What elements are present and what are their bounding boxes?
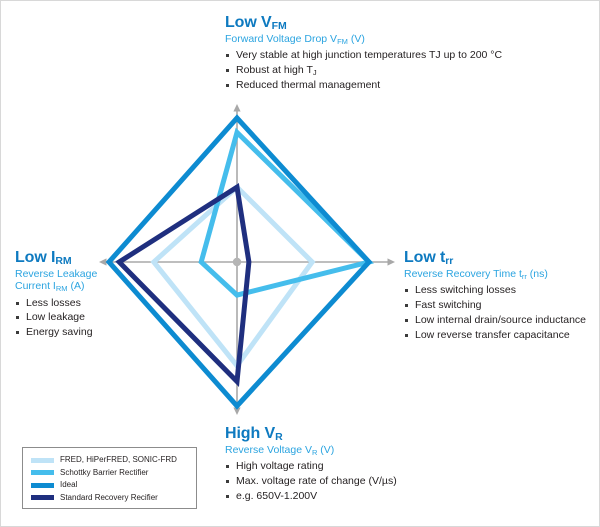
axis-bullets-bottom: High voltage rating Max. voltage rate of… [225,459,397,504]
axis-subtitle-left-line2: Current IRM (A) [15,280,85,294]
legend-label: Ideal [60,480,78,490]
radar-center-dot [232,257,242,267]
axis-subtitle-left-line1: Reverse Leakage [15,267,98,280]
legend-swatch-icon [31,457,54,463]
axis-subtitle-top: Forward Voltage Drop VFM (V) [225,32,365,46]
axis-subtitle-bottom: Reverse Voltage VR (V) [225,443,335,457]
axis-label-bottom: High VR Reverse Voltage VR (V) High volt… [225,425,397,504]
chart-legend: FRED, HiPerFRED, SONIC-FRD Schottky Barr… [22,447,197,509]
legend-item: Schottky Barrier Rectifier [31,467,189,480]
bullet-item: Reduced thermal management [225,78,502,93]
axis-label-left: Low IRM Reverse Leakage Current IRM (A) … [15,249,98,341]
bullet-item: Less losses [15,296,97,311]
axis-label-right: Low trr Reverse Recovery Time trr (ns) L… [404,249,586,343]
bullet-item: Max. voltage rate of change (V/µs) [225,474,397,489]
axis-arrow-left [99,258,107,266]
axis-title-right: Low trr [404,249,454,267]
axis-title-bottom: High VR [225,425,283,443]
bullet-item: Robust at high TJ [225,63,502,78]
bullet-item: Fast switching [404,298,586,313]
bullet-item: Less switching losses [404,283,586,298]
legend-item: Ideal [31,479,189,492]
bullet-item: Very stable at high junction temperature… [225,48,502,63]
bullet-item: Low leakage [15,310,97,325]
axis-bullets-right: Less switching losses Fast switching Low… [404,283,586,343]
legend-item: Standard Recovery Recifier [31,492,189,505]
axis-bullets-left: Less losses Low leakage Energy saving [15,296,97,341]
bullet-item: Energy saving [15,325,97,340]
bullet-item: Low internal drain/source inductance [404,313,586,328]
legend-label: Schottky Barrier Rectifier [60,467,149,477]
axis-subtitle-right: Reverse Recovery Time trr (ns) [404,267,548,281]
legend-label: Standard Recovery Recifier [60,492,158,502]
axis-arrow-top [233,104,241,112]
axis-bullets-top: Very stable at high junction temperature… [225,48,502,93]
axis-label-top: Low VFM Forward Voltage Drop VFM (V) Ver… [225,14,502,93]
axis-title-top: Low VFM [225,14,287,32]
legend-swatch-icon [31,470,54,476]
axis-title-left: Low IRM [15,249,72,267]
bullet-item: e.g. 650V-1.200V [225,489,397,504]
legend-swatch-icon [31,482,54,488]
legend-item: FRED, HiPerFRED, SONIC-FRD [31,454,189,467]
radar-series-polygon [198,127,374,298]
bullet-item: Low reverse transfer capacitance [404,328,586,343]
axis-arrow-right [387,258,395,266]
bullet-item: High voltage rating [225,459,397,474]
radar-chart-infographic: Low VFM Forward Voltage Drop VFM (V) Ver… [0,0,600,527]
legend-swatch-icon [31,495,54,501]
legend-label: FRED, HiPerFRED, SONIC-FRD [60,455,177,465]
